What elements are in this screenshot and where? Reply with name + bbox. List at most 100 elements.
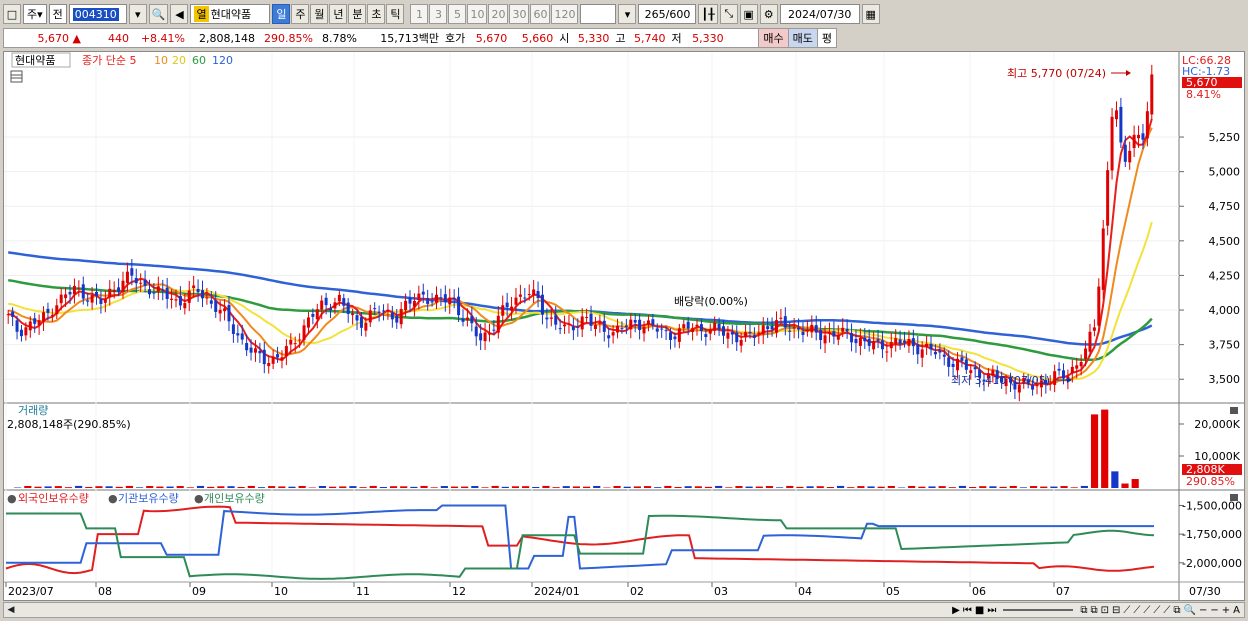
period-tab-6[interactable]: 틱 xyxy=(386,4,405,24)
candle-body xyxy=(911,338,915,347)
panel-close-icon[interactable] xyxy=(1230,407,1238,414)
candle-body xyxy=(691,328,695,333)
candle-body xyxy=(602,320,606,332)
magnifier-icon[interactable]: 🔍 xyxy=(1184,605,1196,616)
candle-body xyxy=(514,297,518,305)
candle-body xyxy=(470,316,474,324)
line-tool-icon[interactable]: ⤡ xyxy=(719,4,738,24)
volume-bar xyxy=(247,485,255,488)
tool-icon[interactable]: ⊟ xyxy=(1112,605,1120,616)
text-icon[interactable]: A xyxy=(1233,605,1240,616)
panel-close-icon[interactable] xyxy=(1230,494,1238,501)
chart-area[interactable]: 5,250 5,000 4,750 4,500 4,250 4,000 3,750 3,500… xyxy=(3,51,1245,601)
interval-input[interactable] xyxy=(580,4,617,24)
search-icon[interactable]: 🔍 xyxy=(148,4,169,24)
candle-body xyxy=(1128,150,1132,163)
interval-button-10[interactable]: 10 xyxy=(467,4,488,24)
tool-icon[interactable]: ⊡ xyxy=(1101,605,1109,616)
current-price-group: 5,670 ▲ xyxy=(4,32,84,45)
window-icon[interactable]: □ xyxy=(3,4,21,24)
y-tick-label: 4,000 xyxy=(1209,304,1241,317)
forward-icon[interactable]: ⏭ xyxy=(987,605,996,616)
period-tab-3[interactable]: 년 xyxy=(329,4,348,24)
volume-bar xyxy=(410,486,418,488)
candle-body xyxy=(774,320,778,333)
interval-button-5[interactable]: 5 xyxy=(448,4,467,24)
drawing-tool-icon[interactable]: ⟋ xyxy=(1133,605,1140,616)
candle-body xyxy=(726,332,730,339)
minus-icon[interactable]: − xyxy=(1210,605,1218,616)
candle-body xyxy=(315,309,319,320)
count-total: /600 xyxy=(665,7,691,21)
count-box[interactable]: 265 /600 xyxy=(638,4,697,24)
period-tab-1[interactable]: 주 xyxy=(291,4,310,24)
candle-icon[interactable]: ┃╂ xyxy=(698,4,718,24)
candle-body xyxy=(1084,348,1088,359)
save-icon[interactable]: ▣ xyxy=(739,4,758,24)
candle-body xyxy=(889,341,893,349)
current-pct-label: 8.41% xyxy=(1186,88,1221,101)
candle-body xyxy=(523,297,527,299)
code-input[interactable]: 004310 xyxy=(68,4,127,24)
holdings-y-tick-label: -1,750,000 xyxy=(1182,528,1242,541)
drawing-tool-icon[interactable]: ⟋ xyxy=(1143,605,1150,616)
scroll-track[interactable] xyxy=(18,603,952,617)
speaker-icon[interactable]: ◀ xyxy=(170,4,189,24)
scrollbar[interactable]: ◀ ▶ ⏮ ■ ⏭ ⧉ ⧉ ⊡ ⊟ ⟋ ⟋ ⟋ ⟋ ⟋ ⧉ 🔍 − − + A xyxy=(3,602,1245,618)
scroll-left-icon[interactable]: ◀ xyxy=(4,603,18,617)
tool-icon[interactable]: ⧉ xyxy=(1080,605,1087,616)
tool-icon[interactable]: ⧉ xyxy=(1090,605,1097,616)
rewind-icon[interactable]: ⏮ xyxy=(963,605,972,616)
type-select[interactable]: 주 ▾ xyxy=(23,4,47,24)
plus-icon[interactable]: + xyxy=(1222,605,1230,616)
period-tab-2[interactable]: 월 xyxy=(310,4,329,24)
interval-button-60[interactable]: 60 xyxy=(530,4,551,24)
dropdown-icon[interactable]: ▾ xyxy=(618,4,637,24)
candle-body xyxy=(611,332,615,336)
calendar-icon[interactable]: ▦ xyxy=(861,4,880,24)
interval-button-20[interactable]: 20 xyxy=(488,4,509,24)
interval-button-30[interactable]: 30 xyxy=(509,4,530,24)
buy-button[interactable]: 매수 xyxy=(758,29,788,47)
eval-button[interactable]: 평 xyxy=(816,29,836,47)
ask-label: 호가 xyxy=(445,32,466,45)
copy-icon[interactable]: ⧉ xyxy=(1173,605,1180,616)
scroll-right-icon[interactable]: ▶ xyxy=(952,605,960,616)
date-input[interactable]: 2024/07/30 xyxy=(779,4,860,24)
zoom-slider[interactable] xyxy=(1003,609,1074,611)
volume-y-tick-label: 20,000K xyxy=(1194,418,1240,431)
dropdown-icon[interactable]: ▾ xyxy=(128,4,147,24)
candle-body xyxy=(744,332,748,338)
candle-body xyxy=(430,301,434,303)
drawing-tool-icon[interactable]: ⟋ xyxy=(1153,605,1160,616)
candle-body xyxy=(708,329,712,334)
candle-body xyxy=(253,348,257,353)
candle-body xyxy=(964,359,968,370)
volume-bar xyxy=(359,487,367,488)
candle-body xyxy=(412,300,416,307)
drawing-tool-icon[interactable]: ⟋ xyxy=(1123,605,1130,616)
legend-ma20: 20 xyxy=(172,54,186,67)
candle-body xyxy=(571,326,575,331)
market-select[interactable]: 전 xyxy=(48,4,67,24)
volume-bar xyxy=(64,487,73,488)
sell-button[interactable]: 매도 xyxy=(787,29,817,47)
stock-chart[interactable]: 5,250 5,000 4,750 4,500 4,250 4,000 3,750 3,500… xyxy=(4,52,1244,600)
interval-button-3[interactable]: 3 xyxy=(429,4,448,24)
period-tab-5[interactable]: 초 xyxy=(367,4,386,24)
gear-icon[interactable]: ⚙ xyxy=(759,4,778,24)
candle-body xyxy=(1070,366,1074,374)
candle-body xyxy=(624,325,628,328)
zoom-out-icon[interactable]: − xyxy=(1199,605,1207,616)
stop-icon[interactable]: ■ xyxy=(975,605,984,616)
candle-body xyxy=(1053,371,1057,385)
candle-body xyxy=(1114,110,1118,120)
period-tab-4[interactable]: 분 xyxy=(348,4,367,24)
interval-button-1[interactable]: 1 xyxy=(410,4,429,24)
interval-button-120[interactable]: 120 xyxy=(551,4,579,24)
table-icon[interactable] xyxy=(10,70,23,83)
period-tab-0[interactable]: 일 xyxy=(272,4,291,24)
code-value: 004310 xyxy=(72,7,119,21)
stock-name-box[interactable]: 열 현대약품 xyxy=(190,4,271,24)
drawing-tool-icon[interactable]: ⟋ xyxy=(1163,605,1170,616)
